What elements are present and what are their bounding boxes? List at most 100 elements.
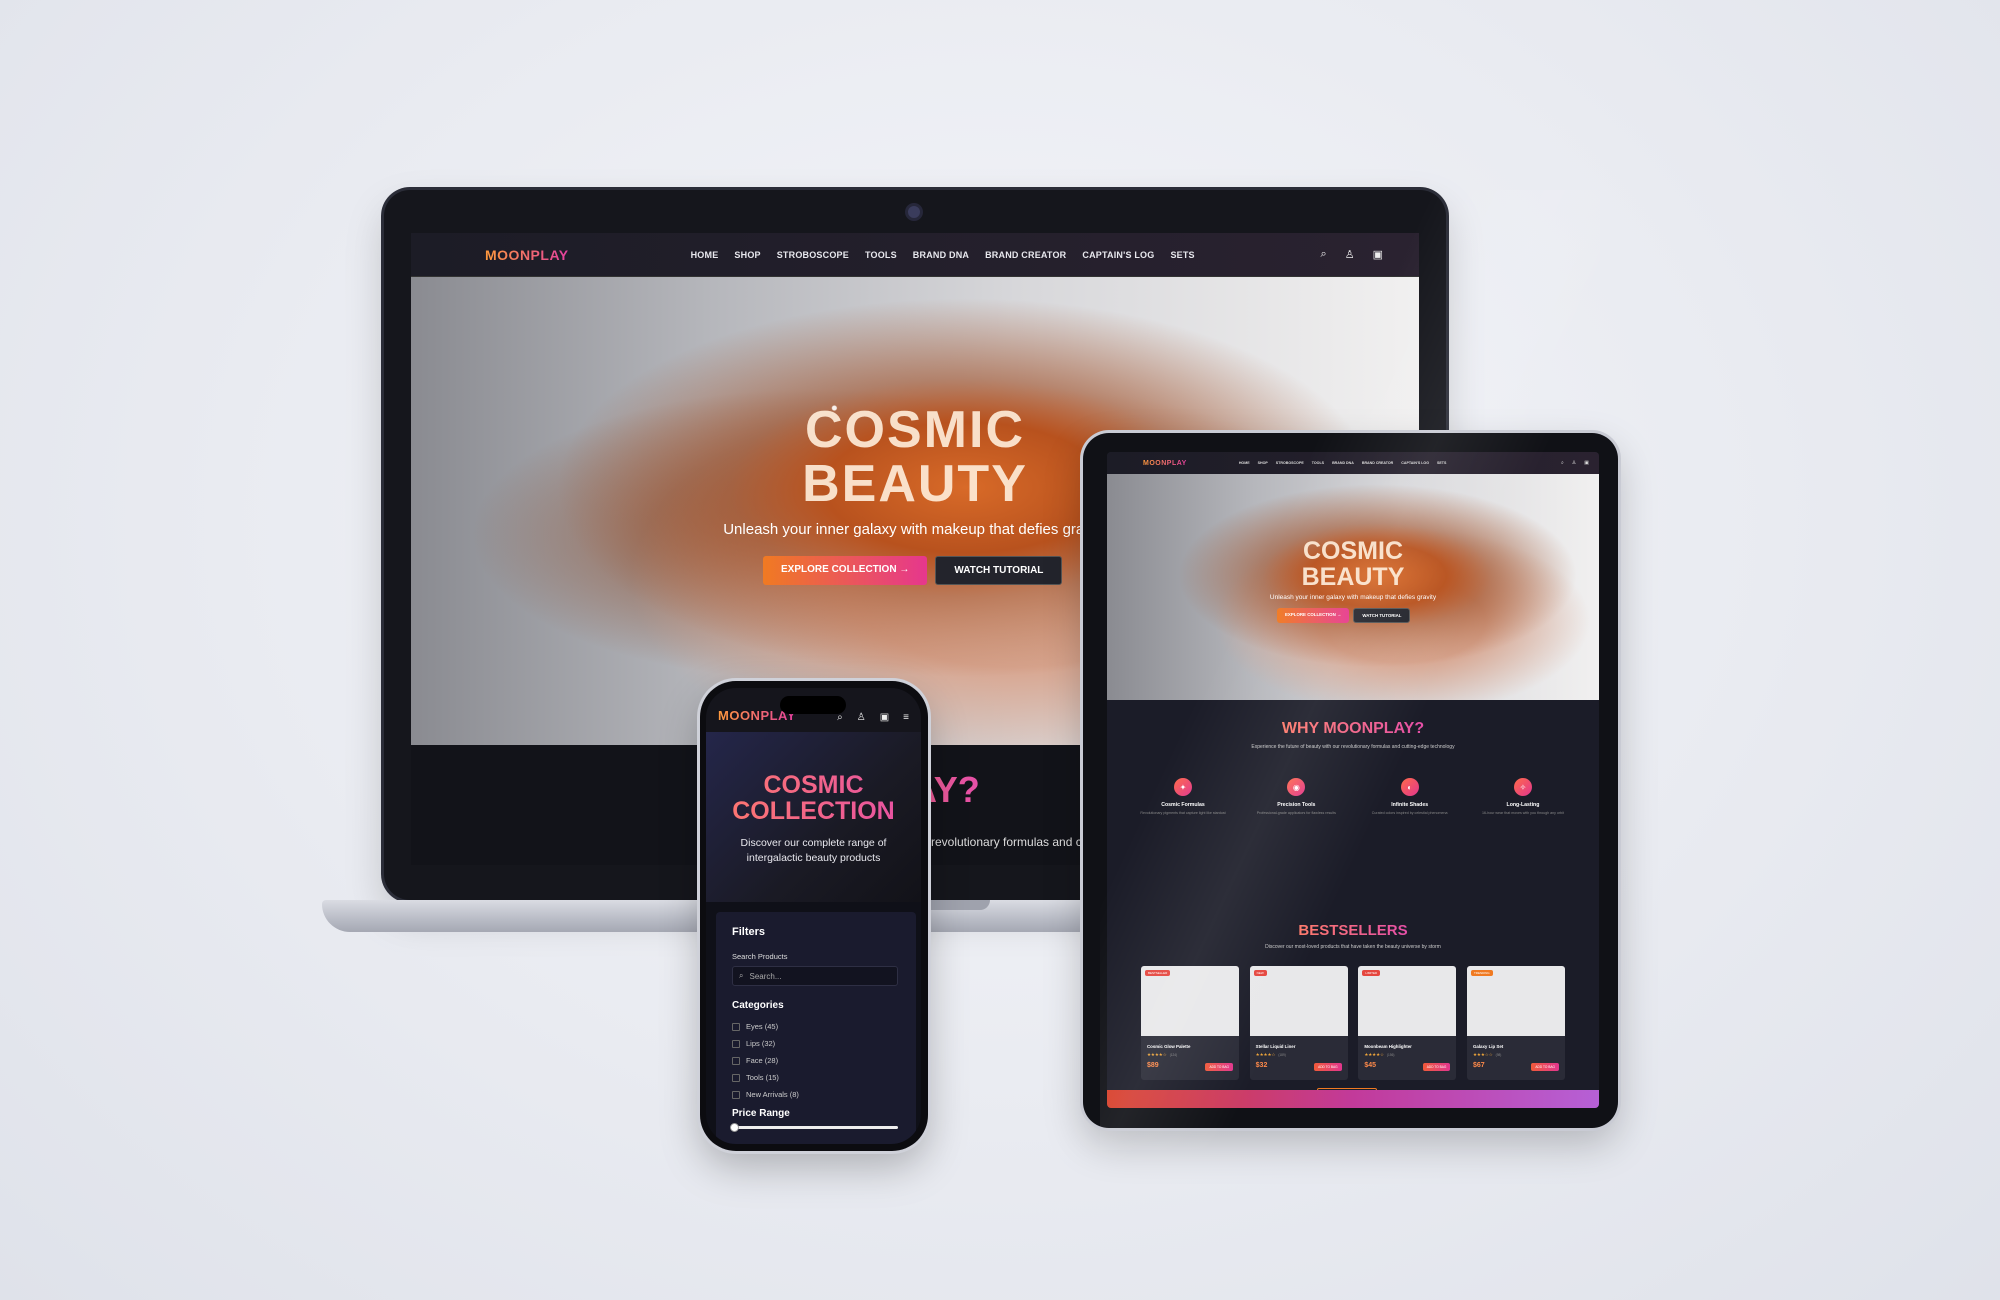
nav-tools[interactable]: TOOLS <box>1312 461 1324 465</box>
feature-title: Precision Tools <box>1277 802 1316 808</box>
rating-stars: ★★★☆☆ (98) <box>1472 1052 1502 1057</box>
feature-title: Infinite Shades <box>1391 802 1429 808</box>
product-price: $32 <box>1255 1062 1268 1069</box>
arrow-right-icon: → <box>899 564 910 575</box>
nav-sets[interactable]: SETS <box>1170 250 1194 260</box>
rating-stars: ★★★★☆ (189) <box>1255 1052 1286 1057</box>
bestsellers-subtitle: Discover our most-loved products that ha… <box>1265 944 1441 950</box>
product-name[interactable]: Galaxy Lip Set <box>1473 1044 1503 1049</box>
feature-item: ◉ Precision Tools Professional-grade app… <box>1248 778 1344 816</box>
feature-item: ✦ Cosmic Formulas Revolutionary pigments… <box>1135 778 1231 816</box>
eye-icon: ◉ <box>1287 778 1306 796</box>
add-to-bag-button[interactable]: ADD TO BAG <box>1531 1063 1559 1071</box>
product-grid: BESTSELLER Cosmic Glow Palette ★★★★☆ (124… <box>1141 966 1565 1080</box>
user-icon[interactable]: ♙ <box>1572 460 1576 466</box>
product-card[interactable]: LIMITED Moonbeam Highlighter ★★★★☆ (156) … <box>1358 966 1457 1080</box>
why-subtitle-partial: revolutionary formulas and c <box>931 835 1082 849</box>
collection-subtitle: Discover our complete range of intergala… <box>740 837 887 864</box>
hero-banner: COSMIC BEAUTY Unleash your inner galaxy … <box>1107 474 1599 700</box>
categories-title: Categories <box>732 1000 784 1011</box>
add-to-bag-button[interactable]: ADD TO BAG <box>1314 1063 1342 1071</box>
bestsellers-section: BESTSELLERS Discover our most-loved prod… <box>1107 910 1599 1101</box>
price-range-slider[interactable] <box>730 1123 898 1132</box>
checkbox[interactable] <box>732 1022 740 1031</box>
nav-tools[interactable]: TOOLS <box>865 250 897 260</box>
rating-stars: ★★★★☆ (124) <box>1147 1052 1178 1057</box>
cart-icon[interactable]: ▣ <box>1584 460 1589 466</box>
product-card[interactable]: TRENDING Galaxy Lip Set ★★★☆☆ (98) $67 AD… <box>1466 966 1565 1080</box>
checkbox[interactable] <box>732 1056 740 1065</box>
nav-shop[interactable]: SHOP <box>1258 461 1268 465</box>
checkbox[interactable] <box>732 1073 740 1082</box>
tablet-screen: MOONPLAY HOME SHOP STROBOSCOPE TOOLS BRA… <box>1107 452 1599 1108</box>
price-range-title: Price Range <box>732 1108 790 1119</box>
nav-brand-dna[interactable]: BRAND DNA <box>913 250 969 260</box>
nav-home[interactable]: HOME <box>691 250 719 260</box>
footer-gradient-bar <box>1107 1090 1599 1108</box>
top-nav: MOONPLAY HOME SHOP STROBOSCOPE TOOLS BRA… <box>411 233 1419 277</box>
phone-screen: MOONPLAY ⌕ ♙ ▣ ≡ COSMIC COLLECTION Disco… <box>706 688 921 1144</box>
why-title: WHY MOONPLAY? <box>1281 720 1425 737</box>
cart-icon[interactable]: ▣ <box>880 712 889 723</box>
nav-links: HOME SHOP STROBOSCOPE TOOLS BRAND DNA BR… <box>691 250 1195 260</box>
product-name[interactable]: Stellar Liquid Liner <box>1256 1044 1296 1049</box>
category-item[interactable]: Lips (32) <box>732 1035 799 1052</box>
category-item[interactable]: New Arrivals (8) <box>732 1086 799 1103</box>
product-name[interactable]: Cosmic Glow Palette <box>1147 1044 1190 1049</box>
product-price: $45 <box>1364 1062 1376 1069</box>
dynamic-island <box>780 696 846 714</box>
feature-desc: Revolutionary pigments that capture ligh… <box>1140 811 1226 815</box>
brand-logo[interactable]: MOONPLAY <box>485 247 569 263</box>
search-field[interactable]: ⌕ <box>732 966 898 986</box>
nav-captains-log[interactable]: CAPTAIN'S LOG <box>1082 250 1154 260</box>
nav-shop[interactable]: SHOP <box>734 250 760 260</box>
user-icon[interactable]: ♙ <box>1345 248 1355 261</box>
product-image[interactable]: LIMITED <box>1358 966 1457 1036</box>
product-image[interactable]: TRENDING <box>1466 966 1565 1036</box>
add-to-bag-button[interactable]: ADD TO BAG <box>1422 1063 1451 1071</box>
nav-brand-creator[interactable]: BRAND CREATOR <box>1362 461 1393 465</box>
explore-collection-button[interactable]: EXPLORE COLLECTION → <box>1277 608 1350 623</box>
product-name[interactable]: Moonbeam Highlighter <box>1364 1044 1412 1049</box>
nav-icons: ⌕ ♙ ▣ <box>1561 460 1589 466</box>
nav-home[interactable]: HOME <box>1239 461 1250 465</box>
feature-desc: 16-hour wear that moves with you through… <box>1482 811 1564 815</box>
product-price: $67 <box>1472 1062 1485 1069</box>
add-to-bag-button[interactable]: ADD TO BAG <box>1205 1063 1233 1071</box>
category-item[interactable]: Eyes (45) <box>732 1018 799 1035</box>
user-icon[interactable]: ♙ <box>857 712 866 723</box>
nav-brand-dna[interactable]: BRAND DNA <box>1332 461 1354 465</box>
explore-collection-button[interactable]: EXPLORE COLLECTION → <box>763 556 928 585</box>
tablet-nav: MOONPLAY HOME SHOP STROBOSCOPE TOOLS BRA… <box>1107 452 1599 474</box>
checkbox[interactable] <box>732 1090 740 1099</box>
product-image[interactable]: BESTSELLER <box>1141 966 1239 1036</box>
checkbox[interactable] <box>732 1039 740 1048</box>
watch-tutorial-button[interactable]: WATCH TUTORIAL <box>935 556 1063 585</box>
search-input[interactable] <box>749 971 880 981</box>
product-badge: LIMITED <box>1362 970 1381 976</box>
nav-stroboscope[interactable]: STROBOSCOPE <box>777 250 849 260</box>
collection-title: COSMIC COLLECTION <box>706 772 921 824</box>
product-card[interactable]: BESTSELLER Cosmic Glow Palette ★★★★☆ (124… <box>1141 966 1239 1080</box>
hero-title: COSMIC BEAUTY <box>1301 537 1405 591</box>
palette-icon: ◐ <box>1400 778 1419 796</box>
watch-tutorial-button[interactable]: WATCH TUTORIAL <box>1353 608 1411 623</box>
search-icon[interactable]: ⌕ <box>1561 460 1564 466</box>
nav-links: HOME SHOP STROBOSCOPE TOOLS BRAND DNA BR… <box>1239 461 1447 465</box>
star-icon: ✧ <box>1513 778 1532 796</box>
nav-captains-log[interactable]: CAPTAIN'S LOG <box>1401 461 1429 465</box>
nav-stroboscope[interactable]: STROBOSCOPE <box>1276 461 1304 465</box>
category-item[interactable]: Face (28) <box>732 1052 799 1069</box>
category-item[interactable]: Tools (15) <box>732 1069 799 1086</box>
slider-handle[interactable] <box>730 1123 739 1132</box>
search-icon[interactable]: ⌕ <box>1321 248 1327 261</box>
feature-desc: Professional-grade applicators for flawl… <box>1256 811 1336 815</box>
brand-logo[interactable]: MOONPLAY <box>1143 460 1187 467</box>
nav-brand-creator[interactable]: BRAND CREATOR <box>985 250 1066 260</box>
menu-icon[interactable]: ≡ <box>903 712 909 723</box>
product-image[interactable]: NEW <box>1249 966 1348 1036</box>
product-card[interactable]: NEW Stellar Liquid Liner ★★★★☆ (189) $32 … <box>1249 966 1348 1080</box>
feature-title: Long-Lasting <box>1506 802 1540 808</box>
nav-sets[interactable]: SETS <box>1437 461 1446 465</box>
cart-icon[interactable]: ▣ <box>1373 248 1383 261</box>
